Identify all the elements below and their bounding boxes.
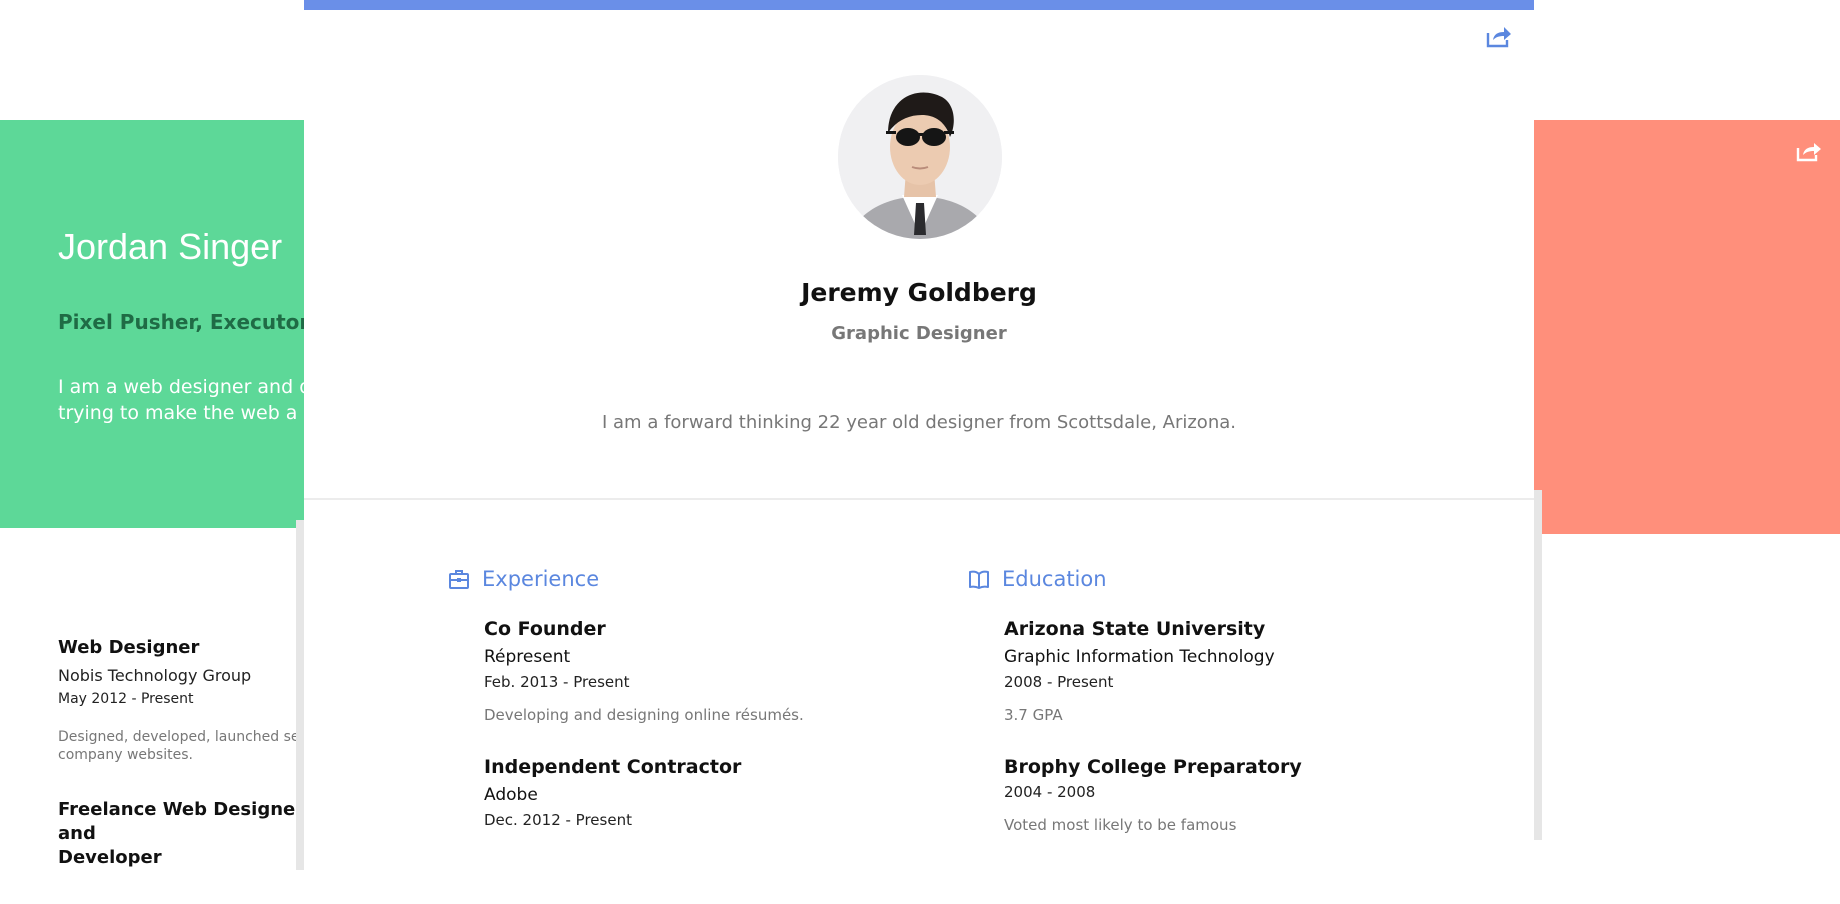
profile-photo <box>838 75 1002 239</box>
section-title: Experience <box>482 567 600 591</box>
profile-header: Jeremy Goldberg Graphic Designer I am a … <box>304 0 1534 500</box>
entry-desc: 3.7 GPA <box>1004 706 1063 724</box>
experience-list: Co Founder Répresent Feb. 2013 - Present… <box>484 616 888 832</box>
profile-name: Jeremy Goldberg <box>801 278 1037 307</box>
book-icon <box>969 570 989 589</box>
right-profile-card[interactable] <box>1520 120 1840 534</box>
main-profile-card: Jeremy Goldberg Graphic Designer I am a … <box>304 0 1534 840</box>
education-heading: Education <box>968 564 1408 594</box>
left-experience-list: Web Designer Nobis Technology Group May … <box>58 636 318 904</box>
entry-date: Dec. 2012 - Present <box>484 811 632 829</box>
list-item: Independent Contractor Adobe Dec. 2012 -… <box>484 754 888 832</box>
share-icon[interactable] <box>1796 140 1822 162</box>
job-title: Freelance Web Designer and Developer <box>58 799 305 868</box>
entry-title: Brophy College Preparatory <box>1004 756 1302 778</box>
profile-role: Graphic Designer <box>831 323 1007 344</box>
education-section: Education Arizona State University Graph… <box>968 564 1408 864</box>
entry-date: 2008 - Present <box>1004 673 1114 691</box>
entry-title: Co Founder <box>484 618 606 640</box>
entry-desc: Voted most likely to be famous <box>1004 816 1237 834</box>
job-desc: Designed, developed, launched seve compa… <box>58 729 316 763</box>
job-org: Nobis Technology Group <box>58 666 252 685</box>
card-shadow <box>1534 490 1542 840</box>
job-title: Web Designer <box>58 637 200 658</box>
entry-org: Adobe <box>484 785 538 805</box>
list-item: Arizona State University Graphic Informa… <box>1004 616 1408 726</box>
card-shadow <box>296 520 304 870</box>
entry-org: Graphic Information Technology <box>1004 647 1275 667</box>
list-item: Web Designer Nobis Technology Group May … <box>58 636 318 764</box>
list-item: Co Founder Répresent Feb. 2013 - Present… <box>484 616 888 726</box>
entry-org: Répresent <box>484 647 571 667</box>
entry-desc: Developing and designing online résumés. <box>484 706 804 724</box>
avatar <box>838 75 1002 239</box>
entry-date: 2004 - 2008 <box>1004 783 1096 801</box>
profile-bio: I am a forward thinking 22 year old desi… <box>602 412 1236 433</box>
experience-section: Experience Co Founder Répresent Feb. 201… <box>448 564 888 860</box>
entry-date: Feb. 2013 - Present <box>484 673 630 691</box>
list-item: Brophy College Preparatory 2004 - 2008 V… <box>1004 754 1408 836</box>
section-title: Education <box>1002 567 1107 591</box>
entry-title: Independent Contractor <box>484 756 742 778</box>
list-item: Freelance Web Designer and Developer <box>58 798 318 870</box>
education-list: Arizona State University Graphic Informa… <box>1004 616 1408 836</box>
experience-heading: Experience <box>448 564 888 594</box>
left-profile-card[interactable]: Jordan Singer Pixel Pusher, Executor, Ma… <box>0 120 354 528</box>
left-profile-name: Jordan Singer <box>58 226 283 267</box>
briefcase-icon <box>449 570 469 589</box>
job-date: May 2012 - Present <box>58 691 194 707</box>
entry-title: Arizona State University <box>1004 618 1266 640</box>
